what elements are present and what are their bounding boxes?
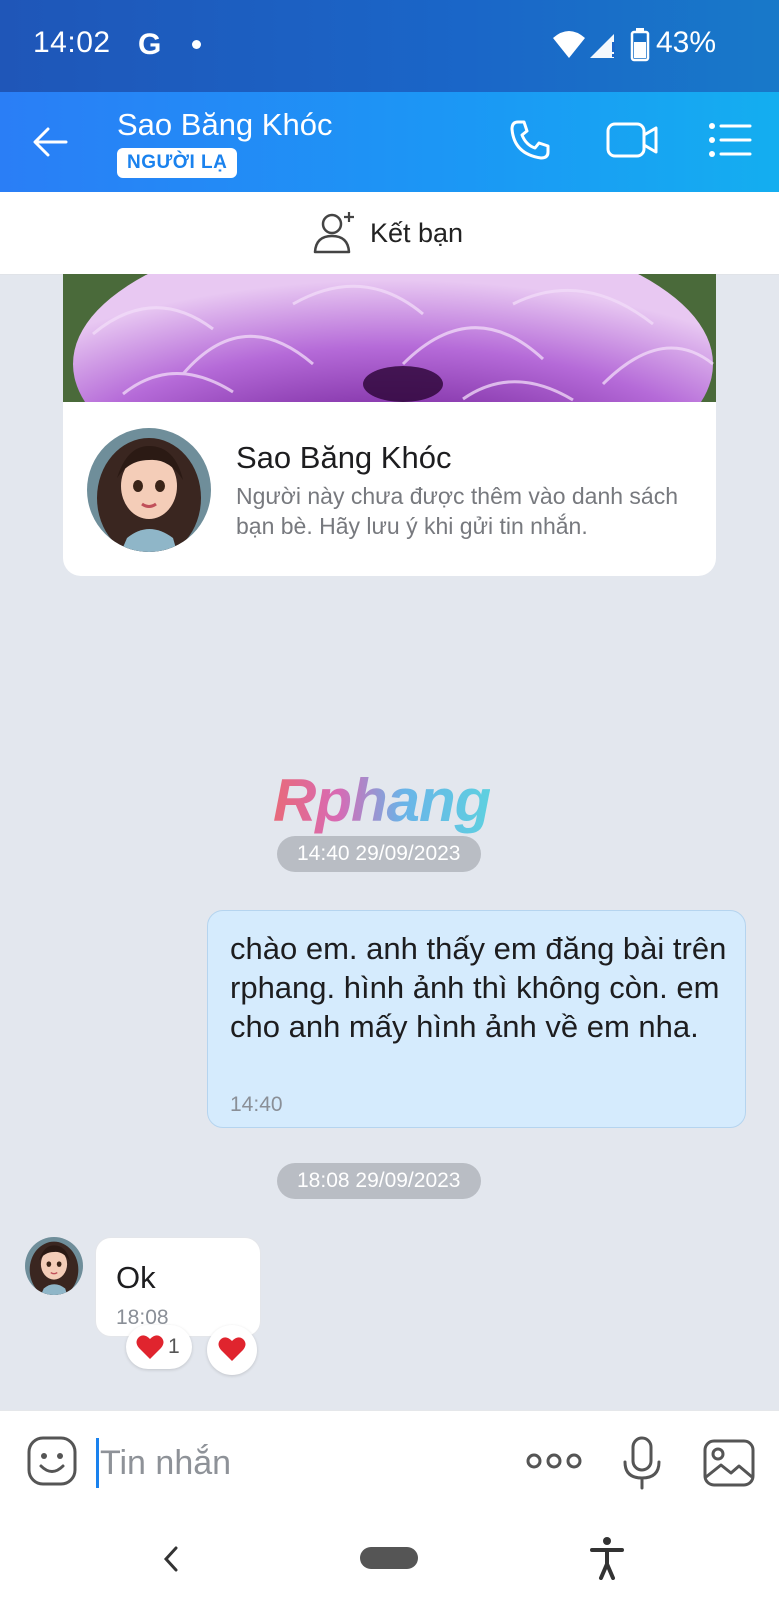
stranger-badge: NGƯỜI LẠ [117,148,238,178]
nav-back-icon[interactable] [160,1542,182,1586]
stranger-warning: Người này chưa được thêm vào danh sách b… [236,483,679,539]
message-time: 14:40 [230,1093,283,1116]
notification-dot-icon [192,40,201,49]
add-friend-label: Kết bạn [370,218,464,248]
message-composer [0,1410,779,1521]
react-heart-button[interactable] [207,1325,257,1375]
cover-photo [63,274,716,504]
profile-card: Sao Băng Khóc Người này chưa được thêm v… [63,274,716,576]
time-divider: 18:08 29/09/2023 [277,1163,481,1199]
time-divider: 14:40 29/09/2023 [277,836,481,872]
outgoing-message[interactable]: chào em. anh thấy em đăng bài trên rphan… [207,910,746,1128]
contact-name[interactable]: Sao Băng Khóc [117,107,332,143]
image-gallery-icon[interactable] [703,1439,755,1492]
nav-home-pill[interactable] [360,1547,418,1569]
battery-percent: 43% [656,26,717,59]
menu-list-icon[interactable] [708,122,752,163]
accessibility-icon[interactable] [590,1536,624,1585]
heart-icon [136,1334,164,1365]
add-friend-icon [312,208,360,261]
sender-avatar[interactable] [25,1237,83,1295]
reaction-count-badge[interactable]: 1 [126,1325,192,1369]
system-nav-bar [0,1520,779,1600]
add-friend-bar[interactable]: Kết bạn [0,192,779,275]
profile-name: Sao Băng Khóc [236,440,452,475]
more-options-icon[interactable] [526,1451,582,1476]
emoji-icon[interactable] [26,1435,78,1492]
microphone-icon[interactable] [622,1436,662,1495]
chat-header: Sao Băng Khóc NGƯỜI LẠ [0,92,779,192]
incoming-message[interactable]: Ok 18:08 [95,1237,261,1337]
message-text: Ok [116,1260,156,1295]
status-time: 14:02 [33,26,111,59]
message-text: chào em. anh thấy em đăng bài trên rphan… [230,931,727,1044]
video-call-icon[interactable] [606,120,660,165]
reaction-count: 1 [168,1335,180,1358]
contact-avatar[interactable] [87,428,211,552]
signal-icon [588,30,618,65]
phone-call-icon[interactable] [508,118,552,167]
back-arrow-icon[interactable] [30,122,82,162]
battery-icon [630,28,650,67]
wifi-icon [552,30,586,65]
status-bar: 14:02 G 43% [0,0,779,92]
google-icon: G [138,28,162,61]
watermark-logo: Rphang [273,767,491,834]
message-input[interactable] [96,1433,490,1493]
heart-icon [218,1336,246,1367]
